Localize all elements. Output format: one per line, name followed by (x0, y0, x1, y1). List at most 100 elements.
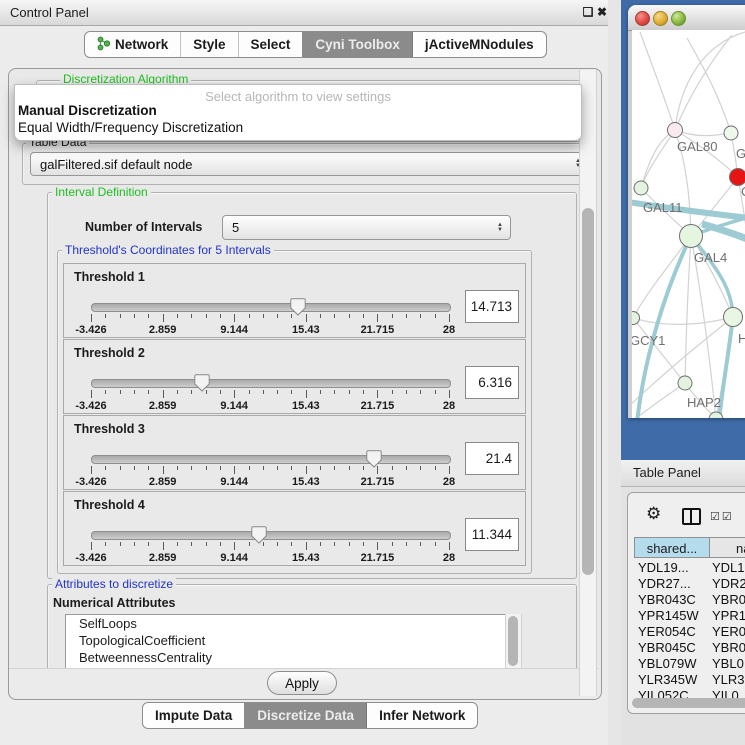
table-row-shared-name[interactable]: YER054C (638, 624, 696, 640)
network-node[interactable] (668, 123, 683, 138)
tab-impute-data[interactable]: Impute Data (143, 703, 244, 728)
threshold-2-slider[interactable]: -3.4262.8599.14415.4321.71528 (91, 374, 449, 414)
threshold-2-value-field[interactable]: 6.316 (465, 366, 519, 399)
threshold-1-value-field[interactable]: 14.713 (465, 290, 519, 323)
tick-mark (191, 542, 192, 546)
network-edge (675, 35, 732, 130)
table-row-name[interactable]: YER0 (712, 624, 745, 640)
scale-label: 28 (443, 400, 455, 412)
table-row-shared-name[interactable]: YDR27... (638, 576, 691, 592)
network-window-titlebar[interactable] (628, 5, 745, 31)
gear-icon[interactable]: ⚙ (646, 505, 661, 523)
tick-mark (291, 542, 292, 546)
scale-label: -3.426 (75, 400, 106, 412)
apply-button[interactable]: Apply (267, 671, 337, 695)
close-traffic-light-icon[interactable] (635, 11, 650, 26)
table-row-shared-name[interactable]: YPR145W (638, 608, 699, 624)
tick-mark (349, 542, 350, 546)
tick-mark (120, 390, 121, 394)
scrollbar-thumb[interactable] (508, 616, 518, 666)
column-layout-icon[interactable] (682, 508, 701, 525)
tab-network[interactable]: Network (85, 32, 180, 57)
network-edge (633, 318, 685, 383)
column-header-name[interactable]: na (709, 537, 745, 558)
table-row-name[interactable]: YDL1 (712, 560, 745, 576)
tick-mark (449, 390, 450, 398)
table-row-shared-name[interactable]: YBR045C (638, 640, 696, 656)
number-of-intervals-combobox[interactable]: 5 ▲▼ (222, 215, 511, 240)
tab-discretize-data[interactable]: Discretize Data (244, 703, 366, 728)
table-row-shared-name[interactable]: YDL19... (638, 560, 689, 576)
tick-mark (120, 466, 121, 470)
slider-track[interactable] (91, 531, 451, 540)
zoom-traffic-light-icon[interactable] (671, 11, 686, 26)
tab-select[interactable]: Select (238, 32, 303, 57)
table-row-shared-name[interactable]: YBR043C (638, 592, 696, 608)
network-node[interactable] (678, 376, 692, 390)
attributes-list-scrollbar[interactable] (505, 614, 522, 668)
table-row-name[interactable]: YBL0 (712, 656, 744, 672)
thresholds-group-title: Threshold's Coordinates for 5 Intervals (62, 244, 274, 257)
slider-thumb[interactable] (194, 374, 210, 392)
slider-thumb[interactable] (290, 298, 306, 316)
table-row-name[interactable]: YPR1 (712, 608, 745, 624)
tick-mark (249, 542, 250, 546)
table-row-name[interactable]: YBR0 (712, 592, 745, 608)
slider-scale: -3.4262.8599.14415.4321.71528 (91, 324, 449, 336)
panel-scrollbar[interactable] (579, 70, 597, 696)
tick-mark (320, 314, 321, 318)
network-node[interactable] (680, 225, 703, 248)
table-data-combobox[interactable]: galFiltered.sif default node ▲▼ (30, 152, 589, 176)
tick-mark (277, 390, 278, 394)
numerical-attributes-list[interactable]: SelfLoops TopologicalCoefficient Between… (65, 614, 522, 670)
tick-mark (420, 390, 421, 394)
tick-mark (220, 314, 221, 318)
tick-mark (291, 466, 292, 470)
tab-jactivemnodules[interactable]: jActiveMNodules (412, 32, 546, 57)
table-row-name[interactable]: YLR3 (712, 672, 745, 688)
tick-mark (306, 390, 307, 398)
table-row-name[interactable]: YBR0 (712, 640, 745, 656)
tab-style[interactable]: Style (180, 32, 237, 57)
threshold-1-slider[interactable]: -3.4262.8599.14415.4321.71528 (91, 298, 449, 338)
table-row-name[interactable]: YIL0 (712, 688, 739, 698)
tab-infer-network[interactable]: Infer Network (366, 703, 477, 728)
threshold-1-label: Threshold 1 (74, 270, 145, 284)
threshold-4-value-field[interactable]: 11.344 (465, 518, 519, 551)
table-horizontal-scrollbar[interactable] (632, 698, 745, 708)
network-node[interactable] (724, 308, 743, 327)
scrollbar-thumb[interactable] (632, 698, 745, 708)
slider-track[interactable] (91, 455, 451, 464)
slider-track[interactable] (91, 303, 451, 312)
network-node[interactable] (724, 126, 738, 140)
table-row-shared-name[interactable]: YBL079W (638, 656, 697, 672)
network-canvas[interactable]: GAL80GACGAL11GAL4GCY1HHAP2 (632, 30, 745, 418)
network-node[interactable] (634, 181, 648, 195)
select-columns-icon[interactable]: ☑☑ (710, 510, 734, 523)
close-window-icon[interactable]: ✖ (594, 4, 610, 20)
scrollbar-thumb[interactable] (582, 208, 594, 575)
popup-item-equal-width[interactable]: Equal Width/Frequency Discretization (18, 120, 243, 135)
table-row-name[interactable]: YDR2 (712, 576, 745, 592)
slider-track[interactable] (91, 379, 451, 388)
slider-thumb[interactable] (366, 450, 382, 468)
attribute-item[interactable]: SelfLoops (66, 615, 521, 632)
network-node[interactable] (730, 169, 745, 186)
threshold-4-slider[interactable]: -3.4262.8599.14415.4321.71528 (91, 526, 449, 566)
table-panel-titlebar: Table Panel (621, 460, 745, 487)
threshold-3-slider[interactable]: -3.4262.8599.14415.4321.71528 (91, 450, 449, 490)
tick-mark (206, 542, 207, 546)
network-node[interactable] (632, 312, 640, 325)
table-row-shared-name[interactable]: YLR345W (638, 672, 697, 688)
slider-thumb[interactable] (251, 526, 267, 544)
column-header-shared-name[interactable]: shared... (634, 537, 710, 558)
tab-cyni-toolbox[interactable]: Cyni Toolbox (302, 32, 412, 57)
attribute-item[interactable]: BetweennessCentrality (66, 649, 521, 666)
tick-mark (277, 314, 278, 318)
table-row-shared-name[interactable]: YIL052C (638, 688, 689, 698)
popup-item-manual[interactable]: Manual Discretization (18, 103, 157, 118)
attribute-item[interactable]: TopologicalCoefficient (66, 632, 521, 649)
threshold-3-value-field[interactable]: 21.4 (465, 442, 519, 475)
minimize-traffic-light-icon[interactable] (653, 11, 668, 26)
threshold-4-panel: Threshold 4 -3.4262.8599.14415.4321.7152… (63, 491, 526, 566)
